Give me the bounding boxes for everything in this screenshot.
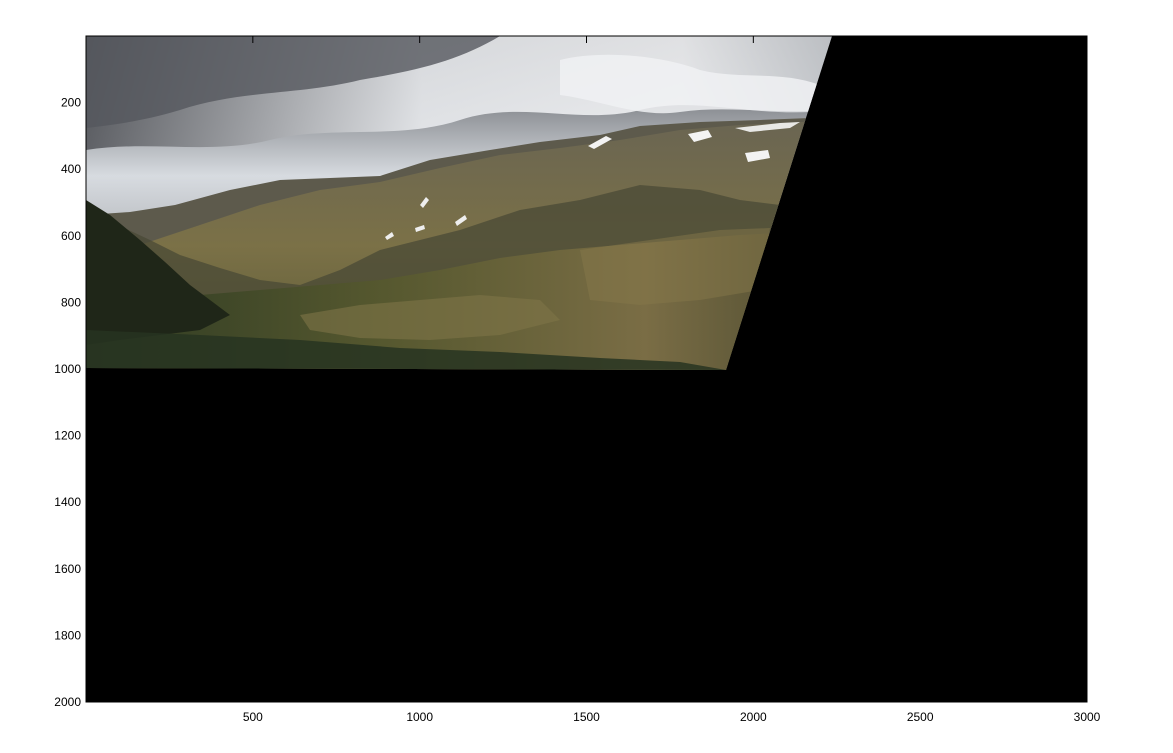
panorama-photo <box>86 36 832 370</box>
y-tick-label: 1000 <box>54 362 81 376</box>
y-tick-label: 800 <box>61 295 81 309</box>
x-tick-label: 1500 <box>573 710 600 724</box>
y-tick-label: 2000 <box>54 695 81 709</box>
y-tick-label: 200 <box>61 96 81 110</box>
y-tick-label: 1200 <box>54 429 81 443</box>
x-tick-label: 2000 <box>740 710 767 724</box>
y-tick-label: 1800 <box>54 628 81 642</box>
y-tick-label: 600 <box>61 229 81 243</box>
figure: 500 1000 1500 2000 2500 3000 200 400 600 800 1000… <box>54 35 1101 724</box>
x-tick-label: 500 <box>243 710 263 724</box>
x-tick-label: 2500 <box>907 710 934 724</box>
x-tick-label: 3000 <box>1074 710 1101 724</box>
y-tick-label: 1400 <box>54 495 81 509</box>
y-tick-label: 1600 <box>54 562 81 576</box>
x-tick-label: 1000 <box>406 710 433 724</box>
y-tick-label: 400 <box>61 162 81 176</box>
